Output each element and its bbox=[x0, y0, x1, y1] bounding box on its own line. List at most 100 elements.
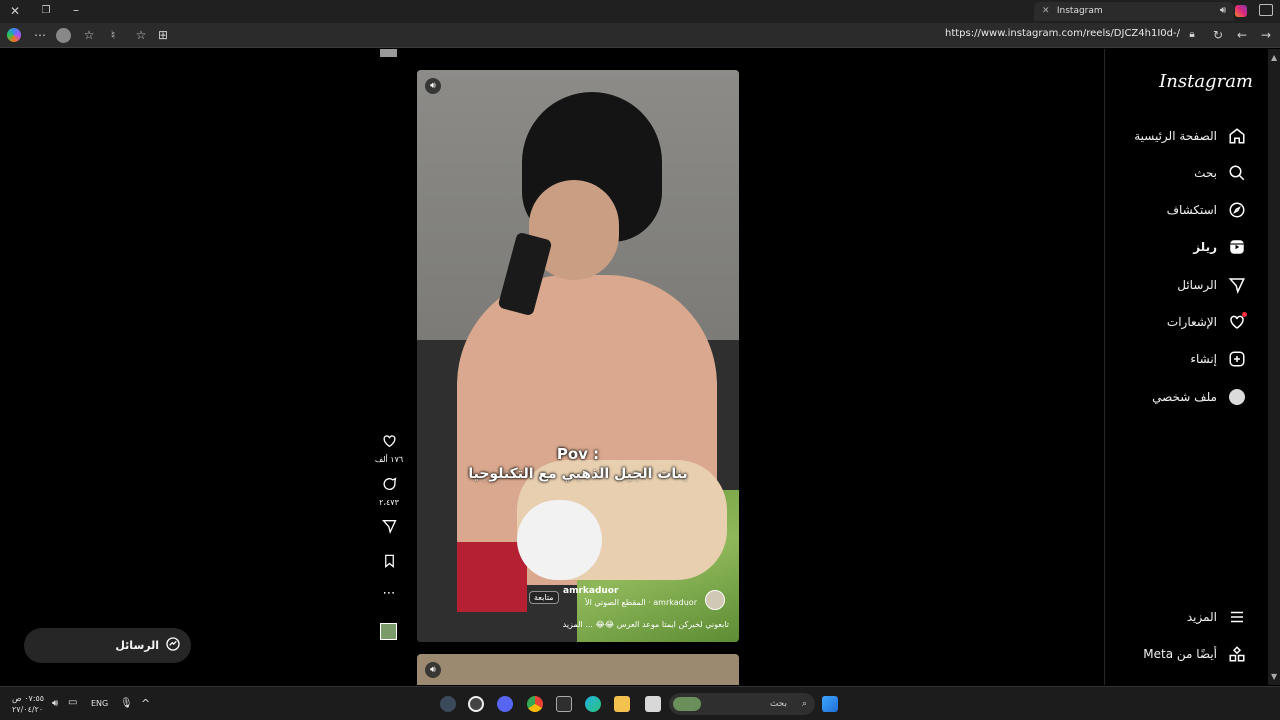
comment-icon bbox=[383, 477, 396, 490]
compass-icon bbox=[1227, 200, 1247, 220]
video-sock bbox=[517, 500, 602, 580]
lock-icon: 🔒︎ bbox=[1189, 29, 1195, 40]
store-app-icon[interactable] bbox=[556, 696, 572, 712]
chevron-up-icon[interactable]: ^ bbox=[141, 697, 150, 710]
video-caption-text: بنات الجيل الذهبي مع التكنلوجيا bbox=[468, 466, 688, 482]
sidebar-item-search[interactable]: بحث bbox=[1194, 161, 1247, 185]
reel-video[interactable]: 🔊︎ Pov : بنات الجيل الذهبي مع التكنلوجيا… bbox=[417, 70, 739, 642]
refresh-icon[interactable]: ↻ bbox=[1211, 28, 1225, 42]
sidebar-item-create[interactable]: إنشاء bbox=[1190, 347, 1247, 371]
nav-sidebar: Instagram الصفحة الرئيسية بحث استكشاف ري… bbox=[1104, 49, 1275, 685]
sidebar-item-label: ملف شخصي bbox=[1152, 390, 1217, 404]
profile-icon bbox=[1227, 387, 1247, 407]
speaker-icon[interactable]: 🔊︎ bbox=[1216, 4, 1230, 18]
plus-icon bbox=[1227, 349, 1247, 369]
scrollbar[interactable]: ▲ ▼ bbox=[1268, 49, 1280, 685]
reel-description[interactable]: تابعوني لخبركن ايمتا موعد العرس 😂😂 ... ا… bbox=[517, 620, 729, 629]
audio-thumbnail[interactable] bbox=[380, 623, 397, 640]
search-icon bbox=[1227, 163, 1247, 183]
profile-avatar-icon[interactable] bbox=[56, 28, 71, 43]
author-username[interactable]: amrkaduor bbox=[563, 586, 618, 596]
author-avatar[interactable] bbox=[705, 590, 725, 610]
taskbar-search-input[interactable]: بحث ⌕ bbox=[669, 693, 815, 715]
close-icon[interactable]: ✕ bbox=[9, 4, 21, 18]
sidebar-item-messages[interactable]: الرسائل bbox=[1177, 273, 1247, 297]
meta-apps-icon bbox=[1227, 644, 1247, 664]
tab-title: Instagram bbox=[1056, 6, 1103, 16]
sidebar-item-notifications[interactable]: الإشعارات bbox=[1167, 310, 1247, 334]
language-indicator[interactable]: ENG bbox=[91, 699, 108, 708]
scroll-up-icon[interactable]: ▲ bbox=[1271, 53, 1277, 62]
copilot-icon[interactable] bbox=[7, 28, 21, 42]
edge-app-icon[interactable] bbox=[585, 696, 601, 712]
clock-time[interactable]: ٠٧:٥٥ ص bbox=[12, 694, 44, 703]
microphone-icon[interactable]: 🎙︎ bbox=[120, 698, 133, 709]
save-button[interactable] bbox=[373, 553, 405, 573]
notes-app-icon[interactable] bbox=[645, 696, 661, 712]
recorder-app-icon[interactable] bbox=[468, 696, 484, 712]
audio-track[interactable]: amrkaduor · المقطع الصوتي الأ bbox=[567, 598, 697, 607]
instagram-logo[interactable]: Instagram bbox=[1159, 71, 1253, 92]
sidebar-item-more[interactable]: المزيد bbox=[1187, 605, 1247, 629]
clock-date[interactable]: ٢٧/٠٤/٢٠ bbox=[12, 705, 43, 714]
read-aloud-icon[interactable]: ♮ bbox=[106, 28, 120, 42]
restore-icon[interactable]: ❐ bbox=[40, 4, 52, 18]
back-icon[interactable]: ← bbox=[1235, 28, 1249, 42]
split-screen-icon[interactable]: ⊞ bbox=[156, 28, 170, 42]
sidebar-item-home[interactable]: الصفحة الرئيسية bbox=[1134, 124, 1247, 148]
instagram-favicon bbox=[1235, 5, 1247, 17]
like-button[interactable]: ١٧٦ ألف bbox=[373, 433, 405, 464]
send-icon bbox=[1227, 275, 1247, 295]
menu-icon bbox=[1227, 607, 1247, 627]
home-icon bbox=[1227, 126, 1247, 146]
tab-close-icon[interactable]: ✕ bbox=[1042, 2, 1054, 21]
messages-pill-label: الرسائل bbox=[115, 639, 159, 652]
previous-reel-thumbnail[interactable] bbox=[380, 49, 397, 57]
more-options-icon[interactable]: ⋯ bbox=[373, 586, 405, 601]
sidebar-item-label: الصفحة الرئيسية bbox=[1134, 129, 1217, 143]
minimize-icon[interactable]: – bbox=[70, 3, 82, 17]
url-text[interactable]: https://www.instagram.com/reels/DJCZ4h1I… bbox=[945, 28, 1180, 39]
follow-button[interactable]: متابعة bbox=[529, 591, 559, 604]
settings-app-icon[interactable] bbox=[440, 696, 456, 712]
share-button[interactable] bbox=[373, 518, 405, 538]
sidebar-item-explore[interactable]: استكشاف bbox=[1167, 198, 1247, 222]
next-reel-video[interactable]: 🔊︎ bbox=[417, 654, 739, 685]
search-placeholder: بحث bbox=[769, 699, 787, 709]
volume-icon[interactable]: 🔊︎ bbox=[52, 698, 58, 709]
comment-count: ٢،٤٧٣ bbox=[379, 498, 399, 507]
sidebar-item-reels[interactable]: ريلز bbox=[1193, 235, 1247, 259]
sidebar-item-meta[interactable]: أيضًا من Meta bbox=[1143, 642, 1247, 666]
tab-strip: ✕ ❐ – + ✕ Instagram 🔊︎ bbox=[0, 0, 1280, 23]
heart-icon bbox=[383, 435, 395, 448]
comment-button[interactable]: ٢،٤٧٣ bbox=[373, 476, 405, 507]
heart-icon bbox=[1227, 312, 1247, 332]
sidebar-item-label: أيضًا من Meta bbox=[1143, 647, 1217, 661]
sidebar-item-label: ريلز bbox=[1193, 240, 1217, 254]
start-button-icon[interactable] bbox=[822, 696, 838, 712]
mute-toggle-icon[interactable]: 🔊︎ bbox=[425, 78, 441, 94]
sidebar-item-profile[interactable]: ملف شخصي bbox=[1152, 385, 1247, 409]
favorites-icon[interactable]: ☆ bbox=[82, 28, 96, 42]
scroll-down-icon[interactable]: ▼ bbox=[1271, 672, 1277, 681]
forward-icon[interactable]: → bbox=[1259, 28, 1273, 42]
sidebar-item-label: إنشاء bbox=[1190, 352, 1217, 366]
video-caption-title: Pov : bbox=[556, 445, 600, 463]
discord-app-icon[interactable] bbox=[497, 696, 513, 712]
sidebar-item-label: المزيد bbox=[1186, 610, 1217, 624]
more-icon[interactable]: ⋯ bbox=[33, 28, 47, 42]
reels-icon bbox=[1227, 237, 1247, 257]
notification-dot bbox=[1242, 312, 1247, 317]
messages-pill-button[interactable]: الرسائل bbox=[24, 628, 191, 663]
star-icon[interactable]: ☆ bbox=[134, 28, 148, 42]
mute-toggle-icon[interactable]: 🔊︎ bbox=[425, 662, 441, 678]
tab-instagram[interactable]: ✕ Instagram bbox=[1034, 2, 1234, 21]
chrome-app-icon[interactable] bbox=[527, 696, 543, 712]
messenger-icon bbox=[165, 636, 181, 655]
network-icon[interactable]: ▭ bbox=[68, 697, 77, 708]
file-explorer-icon[interactable] bbox=[614, 696, 630, 712]
address-bar: ⋯ ☆ ♮ ☆ ⊞ https://www.instagram.com/reel… bbox=[0, 23, 1280, 48]
sidebar-toggle-icon[interactable] bbox=[1259, 4, 1273, 16]
sidebar-item-label: بحث bbox=[1194, 166, 1217, 180]
video-red-object bbox=[457, 542, 527, 612]
